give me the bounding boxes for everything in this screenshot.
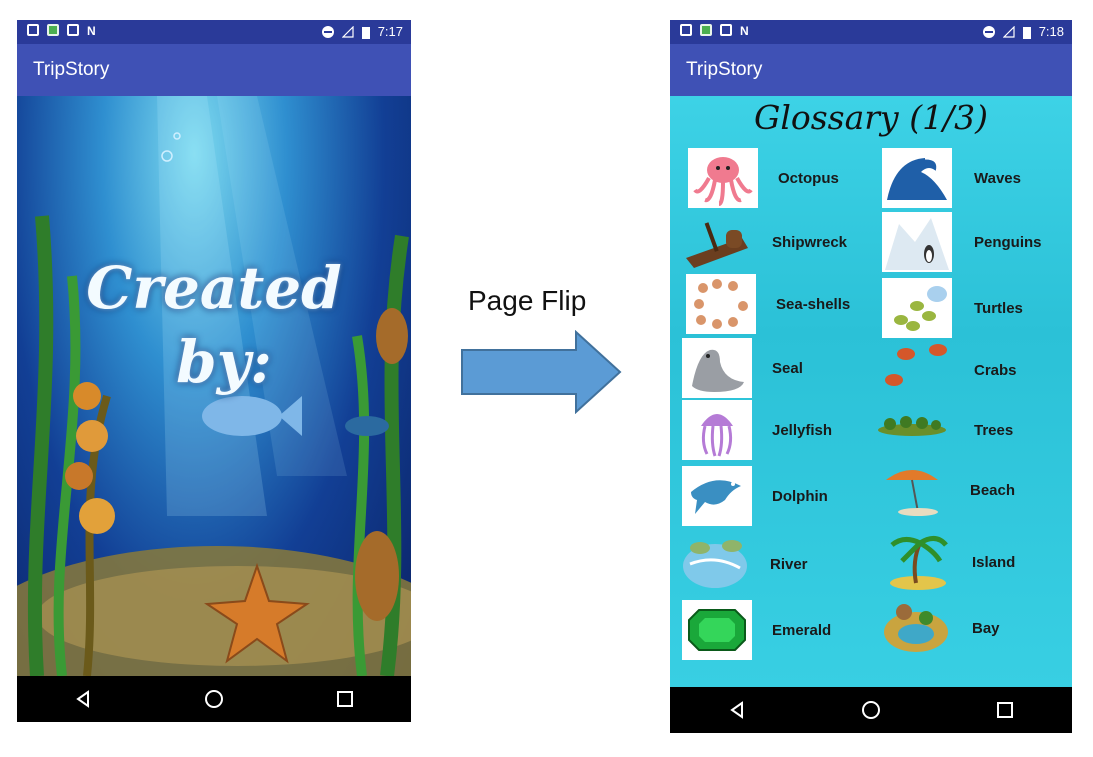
glossary-item-waves[interactable]: Waves — [882, 148, 1072, 210]
glossary-label: Trees — [974, 422, 1014, 439]
glossary-label: Jellyfish — [772, 422, 833, 439]
download-notification-icon — [67, 24, 79, 36]
glossary-item-trees[interactable]: Trees — [876, 400, 1066, 462]
glossary-label: Dolphin — [772, 488, 828, 505]
recents-square-icon — [997, 702, 1013, 718]
glossary-item-turtles[interactable]: Turtles — [882, 278, 1072, 340]
glossary-label: Turtles — [974, 300, 1023, 317]
cover-title-line2: by: — [176, 328, 272, 396]
glossary-item-jellyfish[interactable]: Jellyfish — [682, 400, 872, 462]
app-bar: TripStory — [670, 44, 1072, 96]
image-notification-icon — [680, 24, 692, 36]
right-phone-screen: N 7:18 TripStory Glossary (1/3) Octopus … — [670, 20, 1072, 733]
no-signal-icon — [1002, 26, 1015, 38]
battery-icon — [1022, 26, 1031, 39]
home-circle-icon — [204, 690, 223, 708]
glossary-label: Seal — [772, 360, 803, 377]
bay-icon — [880, 598, 950, 658]
glossary-label: Beach — [970, 482, 1016, 499]
no-signal-icon — [341, 26, 354, 38]
glossary-item-penguins[interactable]: Penguins — [882, 212, 1072, 274]
status-time: 7:17 — [377, 24, 403, 39]
navigation-bar — [670, 687, 1072, 733]
shipwreck-icon — [682, 212, 752, 272]
glossary-item-shipwreck[interactable]: Shipwreck — [682, 212, 872, 274]
glossary-item-octopus[interactable]: Octopus — [688, 148, 878, 210]
glossary-label: Penguins — [974, 234, 1042, 251]
left-phone-screen: N 7:17 TripStory Created by: — [17, 20, 411, 722]
waves-icon — [882, 148, 952, 208]
image-notification-icon — [27, 24, 39, 36]
glossary-label: Shipwreck — [772, 234, 848, 251]
emerald-icon — [682, 600, 752, 660]
glossary-page[interactable]: Glossary (1/3) Octopus Shipwreck Sea-she… — [670, 96, 1072, 687]
app-title: TripStory — [686, 59, 763, 80]
glossary-title: Glossary (1/3) — [753, 98, 989, 137]
glossary-item-island[interactable]: Island — [880, 532, 1070, 594]
penguins-icon — [882, 212, 952, 272]
glossary-label: River — [770, 556, 808, 573]
story-cover-page[interactable]: Created by: — [17, 96, 411, 676]
app-bar: TripStory — [17, 44, 411, 96]
glossary-label: Sea-shells — [776, 296, 851, 313]
recents-square-icon — [337, 691, 354, 707]
back-triangle-icon — [75, 690, 89, 708]
app-notification-icon — [47, 24, 59, 36]
home-button[interactable] — [851, 690, 891, 730]
n-notification-icon: N — [740, 24, 749, 38]
home-circle-icon — [862, 701, 880, 719]
app-title: TripStory — [33, 59, 110, 80]
cover-title-line1: Created — [86, 254, 342, 322]
n-notification-icon: N — [87, 24, 96, 38]
island-icon — [880, 532, 950, 592]
glossary-label: Bay — [972, 620, 1000, 637]
glossary-item-emerald[interactable]: Emerald — [682, 600, 872, 662]
glossary-label: Island — [972, 554, 1016, 571]
dolphin-icon — [682, 466, 752, 526]
seashells-icon — [686, 274, 756, 334]
page-flip-label: Page Flip — [468, 285, 587, 316]
glossary-item-bay[interactable]: Bay — [880, 598, 1070, 660]
glossary-label: Crabs — [974, 362, 1017, 379]
octopus-icon — [688, 148, 758, 208]
seal-icon — [682, 338, 752, 398]
recents-button[interactable] — [985, 690, 1025, 730]
back-button[interactable] — [717, 690, 757, 730]
back-triangle-icon — [730, 701, 743, 719]
glossary-item-sea-shells[interactable]: Sea-shells — [686, 274, 876, 336]
glossary-label: Octopus — [778, 170, 839, 187]
back-button[interactable] — [63, 679, 103, 719]
status-time: 7:18 — [1038, 24, 1064, 39]
river-icon — [680, 534, 750, 594]
glossary-label: Waves — [974, 170, 1021, 187]
glossary-item-seal[interactable]: Seal — [682, 338, 872, 400]
app-notification-icon — [700, 24, 712, 36]
trees-icon — [876, 400, 946, 460]
do-not-disturb-icon — [321, 26, 334, 38]
turtles-icon — [882, 278, 952, 338]
download-notification-icon — [720, 24, 732, 36]
glossary-label: Emerald — [772, 622, 832, 639]
crabs-icon — [882, 340, 952, 400]
glossary-item-crabs[interactable]: Crabs — [882, 340, 1072, 402]
battery-icon — [361, 26, 370, 39]
glossary-item-dolphin[interactable]: Dolphin — [682, 466, 872, 528]
glossary-item-river[interactable]: River — [680, 534, 870, 596]
recents-button[interactable] — [325, 679, 365, 719]
status-bar: N 7:18 — [670, 20, 1072, 44]
glossary-item-beach[interactable]: Beach — [878, 460, 1068, 522]
status-bar: N 7:17 — [17, 20, 411, 44]
home-button[interactable] — [194, 679, 234, 719]
right-arrow-icon — [461, 330, 622, 414]
jellyfish-icon — [682, 400, 752, 460]
navigation-bar — [17, 676, 411, 722]
beach-icon — [878, 460, 948, 520]
do-not-disturb-icon — [982, 26, 995, 38]
